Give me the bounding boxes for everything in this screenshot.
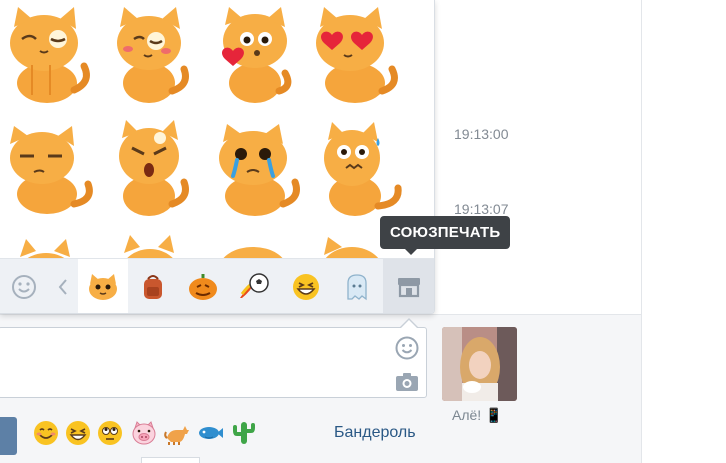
store-icon	[398, 278, 420, 298]
ghost-pack-icon	[347, 274, 367, 301]
pumpkin-pack-icon	[189, 274, 217, 300]
chevron-left-icon	[58, 279, 67, 295]
store-tooltip: СОЮЗПЕЧАТЬ	[380, 216, 511, 249]
tab-pumpkin-pack[interactable]	[178, 259, 228, 313]
cactus-icon[interactable]	[231, 420, 257, 446]
cat-icon[interactable]	[164, 420, 190, 446]
tab-soccer-pack[interactable]	[228, 259, 280, 313]
tooltip-arrow	[405, 249, 417, 255]
laughing-face-icon[interactable]	[65, 420, 91, 446]
cat-crying-sticker[interactable]	[205, 118, 305, 218]
cat-wink-sticker[interactable]	[2, 5, 102, 105]
cat-blush-wink-sticker[interactable]	[104, 5, 204, 105]
pig-face-icon[interactable]	[131, 420, 157, 446]
tab-ghost-pack[interactable]	[332, 259, 382, 313]
parcel-link[interactable]: Бандероль	[334, 424, 416, 442]
input-pointer-fill	[401, 320, 417, 328]
sticker-pack-tabs	[0, 258, 434, 313]
avatar-photo	[442, 327, 517, 401]
sticker-grid	[0, 0, 434, 258]
cat-angry-sticker[interactable]	[104, 118, 204, 218]
tab-laughing-pack[interactable]	[280, 259, 332, 313]
cat-sad-sticker[interactable]	[2, 118, 102, 218]
fish-icon[interactable]	[197, 420, 223, 446]
cat-sticker-partial[interactable]	[104, 233, 204, 258]
rolling-eyes-face-icon[interactable]	[97, 420, 123, 446]
send-button[interactable]	[0, 417, 17, 455]
avatar[interactable]	[442, 327, 517, 401]
smile-icon	[12, 275, 36, 299]
laughing-face-pack-icon	[293, 274, 319, 300]
cat-nervous-sticker[interactable]	[310, 118, 410, 218]
tab-cat-pack[interactable]	[78, 259, 128, 313]
cat-pack-icon	[89, 274, 117, 300]
scroll-left-button[interactable]	[48, 259, 78, 313]
sticker-store-button[interactable]	[383, 259, 434, 313]
tab-backpack-pack[interactable]	[128, 259, 178, 313]
emoji-tab[interactable]	[0, 259, 48, 313]
cat-sticker-partial[interactable]	[205, 233, 305, 258]
avatar-name: Алё! 📱	[452, 407, 503, 423]
right-column	[642, 0, 726, 463]
camera-icon[interactable]	[395, 372, 419, 392]
soccer-ball-pack-icon	[240, 273, 269, 298]
bottom-tab-edge	[141, 457, 200, 463]
message-timestamp: 19:13:07	[454, 201, 509, 217]
backpack-pack-icon	[144, 275, 162, 299]
sticker-panel	[0, 0, 435, 314]
smiling-face-icon[interactable]	[33, 420, 59, 446]
cat-sticker-partial[interactable]	[2, 233, 102, 258]
smile-icon[interactable]	[394, 335, 420, 361]
cat-heart-eyes-sticker[interactable]	[310, 5, 410, 105]
message-timestamp: 19:13:00	[454, 126, 509, 142]
cat-kiss-heart-sticker[interactable]	[205, 5, 305, 105]
message-input[interactable]	[0, 327, 427, 398]
